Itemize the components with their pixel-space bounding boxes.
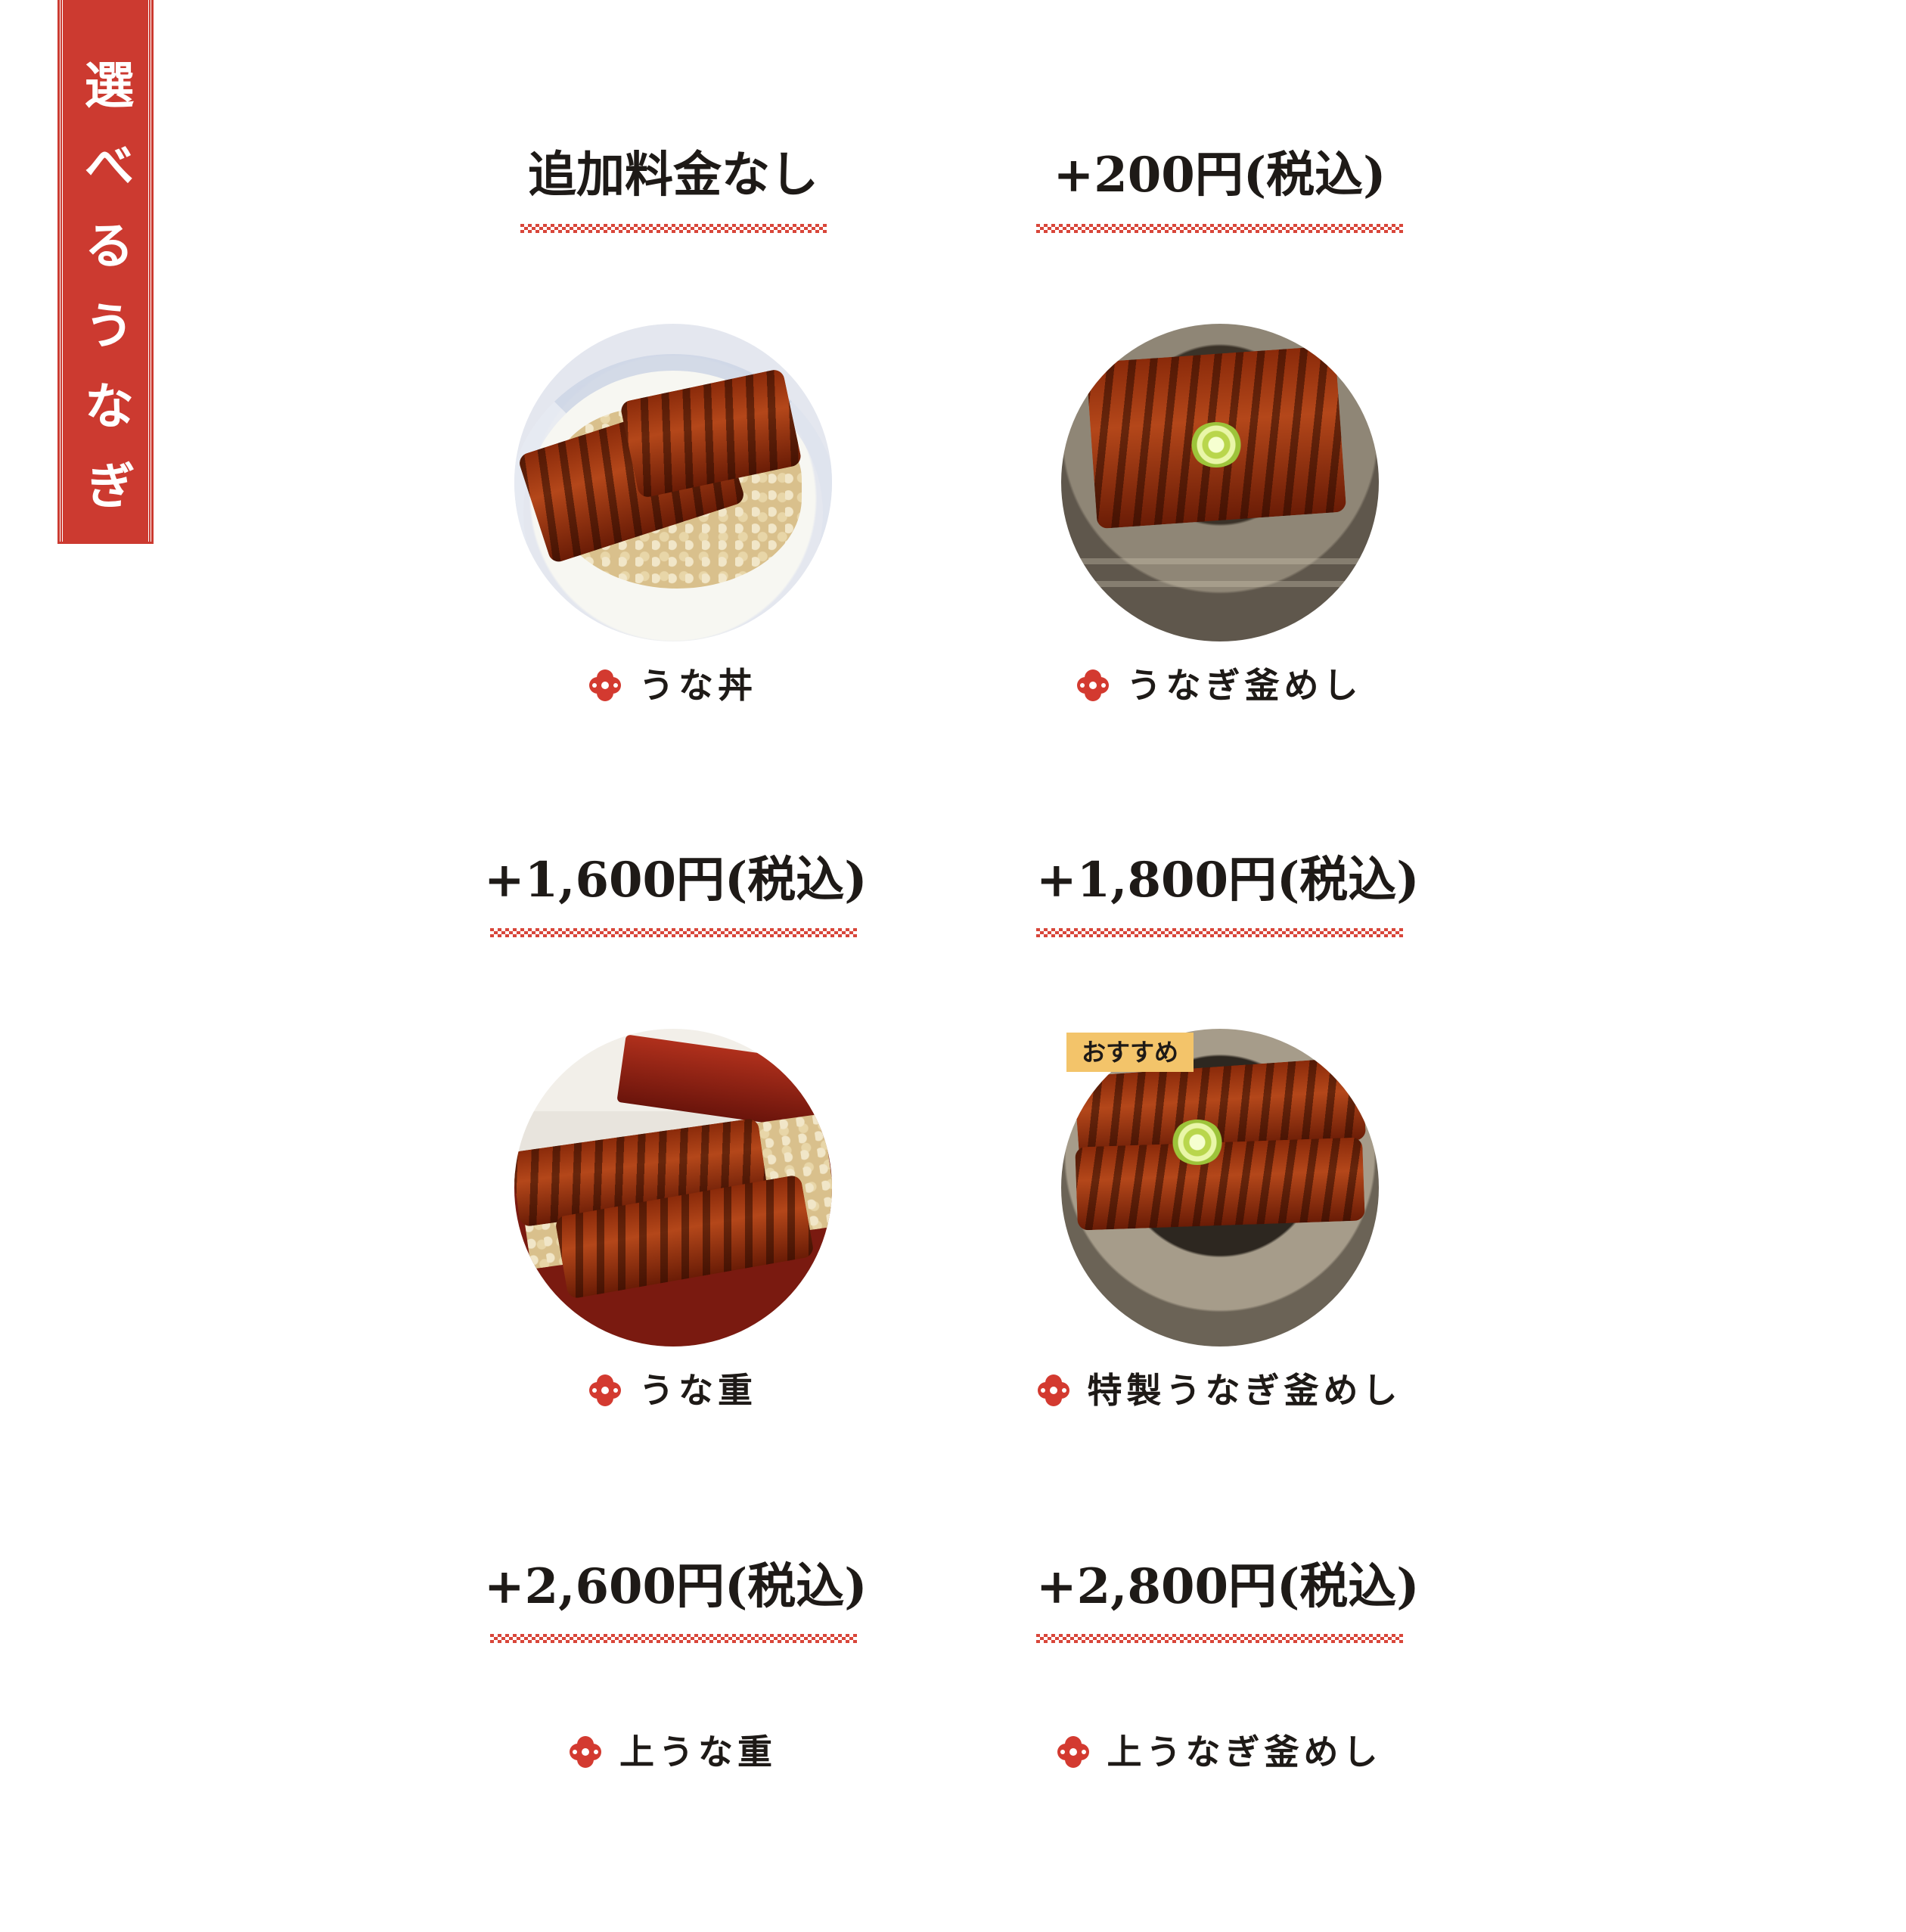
section-banner: 選べるうなぎ <box>57 0 154 544</box>
price-underline-6 <box>1036 1634 1403 1643</box>
flower-icon <box>589 1374 621 1406</box>
dish-label-6: 上うなぎ釜めし <box>1036 1735 1403 1769</box>
price-underline-4 <box>1036 928 1403 937</box>
special-kamameshi-photo[interactable] <box>1061 1029 1379 1346</box>
scallion-icon <box>1171 1120 1224 1165</box>
flower-icon <box>589 669 621 701</box>
price-underline-3 <box>490 928 857 937</box>
unaju-photo[interactable] <box>514 1029 832 1346</box>
unagi-kamameshi-photo[interactable] <box>1061 324 1379 641</box>
scallion-icon <box>1190 422 1243 467</box>
dish-name: うな丼 <box>639 665 757 706</box>
price-label-1: 追加料金なし <box>528 147 818 203</box>
unagi-options-page: 選べるうなぎ 追加料金なし +200円(税込) うな丼 うなぎ釜めし +1,60… <box>0 0 1906 1932</box>
price-underline-5 <box>490 1634 857 1643</box>
price-underline-1 <box>520 224 827 233</box>
price-label-5: +2,600円(税込) <box>484 1558 868 1615</box>
price-label-3: +1,600円(税込) <box>484 852 868 909</box>
dish-name: うな重 <box>639 1370 757 1411</box>
recommended-badge: おすすめ <box>1066 1033 1194 1072</box>
unadon-photo[interactable] <box>514 324 832 641</box>
flower-icon <box>570 1736 601 1768</box>
price-label-6: +2,800円(税込) <box>1036 1558 1420 1615</box>
price-label-4: +1,800円(税込) <box>1036 852 1420 909</box>
dish-label-2: うなぎ釜めし <box>1036 668 1403 703</box>
price-underline-2 <box>1036 224 1403 233</box>
dish-label-1: うな丼 <box>514 668 832 703</box>
section-title: 選べるうなぎ <box>76 59 135 540</box>
price-label-2: +200円(税込) <box>1053 147 1386 203</box>
flower-icon <box>1076 669 1109 701</box>
flower-icon <box>1057 1736 1089 1768</box>
dish-name: 上うな重 <box>619 1732 777 1772</box>
dish-label-5: 上うな重 <box>514 1735 832 1769</box>
dish-name: 特製うなぎ釜めし <box>1087 1370 1402 1411</box>
dish-label-4: 特製うなぎ釜めし <box>1021 1373 1418 1408</box>
flower-icon <box>1037 1374 1069 1406</box>
dish-label-3: うな重 <box>514 1373 832 1408</box>
dish-name: うなぎ釜めし <box>1126 665 1363 706</box>
dish-name: 上うなぎ釜めし <box>1107 1732 1383 1772</box>
